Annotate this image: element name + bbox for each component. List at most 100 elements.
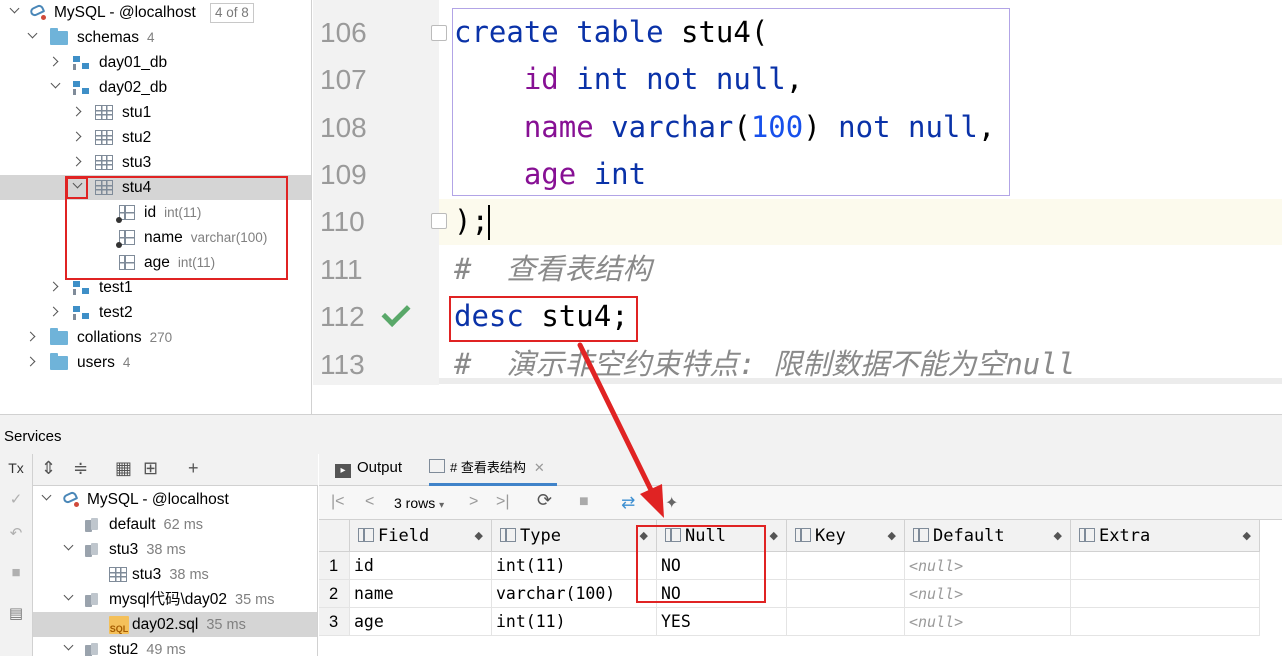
chevron-down-icon[interactable]: [27, 28, 38, 39]
new-tab-icon[interactable]: ⊞: [143, 458, 158, 479]
chevron-right-icon[interactable]: [48, 56, 59, 67]
column-header[interactable]: Default ◆: [905, 520, 1071, 552]
pin-icon[interactable]: ✦: [665, 493, 678, 513]
services-node[interactable]: mysql代码\day02 35 ms: [33, 587, 317, 612]
tab-output-label: Output: [357, 459, 403, 476]
table-cell[interactable]: id: [350, 552, 492, 580]
tree-node-day02-db[interactable]: day02_db: [0, 75, 311, 100]
chevron-right-icon[interactable]: [25, 356, 36, 367]
services-node[interactable]: stu3 38 ms: [33, 562, 317, 587]
commit-icon[interactable]: ✓: [5, 490, 27, 508]
table-cell[interactable]: <null>: [905, 580, 1071, 608]
table-cell[interactable]: [1071, 580, 1260, 608]
column-header[interactable]: Type ◆: [492, 520, 657, 552]
column-header[interactable]: Extra ◆: [1071, 520, 1260, 552]
chevron-down-icon[interactable]: [9, 3, 20, 14]
add-icon[interactable]: +: [188, 458, 199, 479]
tree-node-schema[interactable]: test2: [0, 300, 311, 325]
tx-mode-button[interactable]: Tx: [5, 460, 27, 476]
sort-icon[interactable]: ◆: [888, 520, 896, 552]
datasource-badge: 4 of 8: [210, 3, 254, 23]
row-number[interactable]: 3: [319, 608, 350, 636]
tab-output[interactable]: ▸ Output: [335, 454, 431, 486]
tree-node-datasource[interactable]: MySQL - @localhost 4 of 8: [0, 0, 311, 25]
sort-icon[interactable]: ◆: [770, 520, 778, 552]
next-page-icon[interactable]: >: [469, 493, 478, 511]
code-token: int: [576, 62, 629, 96]
first-page-icon[interactable]: |<: [331, 493, 345, 511]
chevron-right-icon[interactable]: [48, 306, 59, 317]
table-cell[interactable]: <null>: [905, 608, 1071, 636]
compare-icon[interactable]: ⇄: [621, 493, 635, 513]
tree-node-schemas[interactable]: schemas 4: [0, 25, 311, 50]
services-node[interactable]: stu3 38 ms: [33, 537, 317, 562]
table-icon: [109, 567, 127, 582]
chevron-right-icon[interactable]: [71, 106, 82, 117]
mysql-icon: [28, 3, 48, 20]
sql-editor[interactable]: 106 107 108 109 110 111 112 113 create t…: [313, 0, 1282, 414]
sort-icon[interactable]: ◆: [475, 520, 483, 552]
fold-marker-icon[interactable]: [431, 213, 447, 229]
services-node-time: 49 ms: [146, 642, 186, 656]
last-page-icon[interactable]: >|: [496, 493, 510, 511]
schema-icon: [73, 56, 91, 70]
expand-all-icon[interactable]: ⇕: [41, 458, 56, 479]
services-node[interactable]: stu2 49 ms: [33, 637, 317, 656]
table-cell[interactable]: [787, 552, 905, 580]
table-icon: [95, 130, 113, 145]
editor-scrollbar[interactable]: [439, 378, 1282, 384]
tab-result[interactable]: # 查看表结构 ✕: [429, 454, 557, 486]
close-icon[interactable]: ✕: [534, 460, 545, 475]
column-header[interactable]: Field ◆: [350, 520, 492, 552]
tree-node-table[interactable]: stu2: [0, 125, 311, 150]
table-cell[interactable]: [787, 580, 905, 608]
group-icon[interactable]: ▦: [115, 458, 132, 479]
chevron-down-icon[interactable]: [63, 590, 74, 601]
row-number[interactable]: 2: [319, 580, 350, 608]
schema-label: test2: [99, 304, 133, 321]
sort-icon[interactable]: ◆: [1243, 520, 1251, 552]
rollback-icon[interactable]: ↶: [5, 524, 27, 542]
services-node-time: 35 ms: [235, 592, 275, 608]
row-number[interactable]: 1: [319, 552, 350, 580]
tree-node-day01-db[interactable]: day01_db: [0, 50, 311, 75]
prev-page-icon[interactable]: <: [365, 493, 374, 511]
chevron-down-icon[interactable]: [63, 540, 74, 551]
stop-icon[interactable]: ■: [579, 493, 589, 511]
column-header[interactable]: Key ◆: [787, 520, 905, 552]
services-node-selected[interactable]: SQL day02.sql 35 ms: [33, 612, 317, 637]
services-node[interactable]: default 62 ms: [33, 512, 317, 537]
chevron-right-icon[interactable]: [71, 156, 82, 167]
tree-node-table[interactable]: stu3: [0, 150, 311, 175]
table-cell[interactable]: int(11): [492, 552, 657, 580]
table-cell[interactable]: [1071, 608, 1260, 636]
chevron-right-icon[interactable]: [71, 131, 82, 142]
chevron-down-icon[interactable]: [63, 640, 74, 651]
table-cell[interactable]: name: [350, 580, 492, 608]
table-cell[interactable]: YES: [657, 608, 787, 636]
table-cell[interactable]: <null>: [905, 552, 1071, 580]
table-icon: [95, 105, 113, 120]
table-cell[interactable]: [1071, 552, 1260, 580]
chevron-right-icon[interactable]: [25, 331, 36, 342]
stop-icon[interactable]: ■: [5, 564, 27, 581]
tree-node-users[interactable]: users 4: [0, 350, 311, 375]
chevron-down-icon[interactable]: [50, 78, 61, 89]
refresh-icon[interactable]: ⟳: [537, 490, 552, 511]
layout-icon[interactable]: ▤: [5, 604, 27, 622]
rows-count-dropdown[interactable]: 3 rows ▾: [394, 495, 444, 511]
table-cell[interactable]: age: [350, 608, 492, 636]
services-node[interactable]: MySQL - @localhost: [33, 487, 317, 512]
chevron-right-icon[interactable]: [48, 281, 59, 292]
table-cell[interactable]: [787, 608, 905, 636]
sort-icon[interactable]: ◆: [1054, 520, 1062, 552]
chevron-down-icon[interactable]: [41, 490, 52, 501]
column-icon: [1079, 528, 1095, 542]
tree-node-collations[interactable]: collations 270: [0, 325, 311, 350]
table-cell[interactable]: varchar(100): [492, 580, 657, 608]
session-icon: [85, 543, 103, 558]
fold-marker-icon[interactable]: [431, 25, 447, 41]
tree-node-table[interactable]: stu1: [0, 100, 311, 125]
collapse-all-icon[interactable]: ≑: [73, 458, 88, 479]
table-cell[interactable]: int(11): [492, 608, 657, 636]
